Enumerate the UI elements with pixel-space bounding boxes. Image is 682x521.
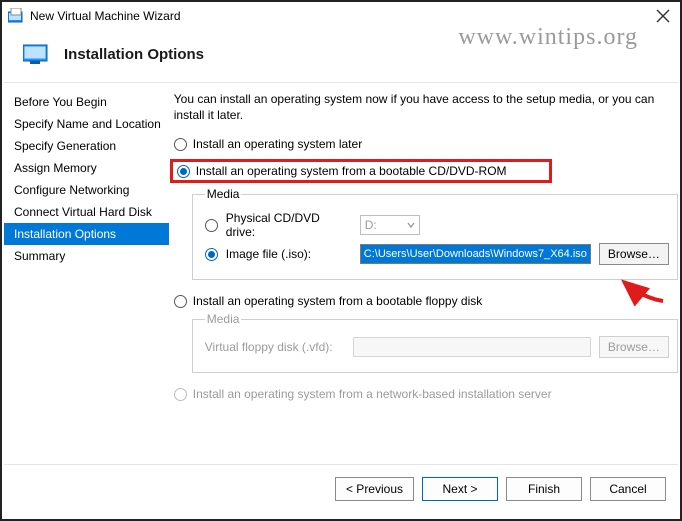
radio-image-file[interactable] [205, 248, 218, 261]
radio-physical-drive[interactable] [205, 219, 218, 232]
finish-button[interactable]: Finish [506, 477, 582, 501]
radio-icon[interactable] [174, 295, 187, 308]
step-connect-virtual-hard-disk[interactable]: Connect Virtual Hard Disk [4, 201, 169, 223]
window-title: New Virtual Machine Wizard [30, 9, 656, 23]
wizard-window: New Virtual Machine Wizard www.wintips.o… [4, 4, 678, 517]
highlight-box: Install an operating system from a boota… [170, 159, 552, 183]
monitor-icon [20, 40, 54, 68]
option-install-floppy[interactable]: Install an operating system from a boota… [174, 294, 678, 308]
option-label: Install an operating system from a netwo… [193, 387, 552, 401]
previous-button[interactable]: < Previous [335, 477, 414, 501]
step-summary[interactable]: Summary [4, 245, 169, 267]
option-install-cddvd[interactable]: Install an operating system from a boota… [196, 164, 507, 178]
step-before-you-begin[interactable]: Before You Begin [4, 91, 169, 113]
option-label: Install an operating system from a boota… [193, 294, 483, 308]
step-assign-memory[interactable]: Assign Memory [4, 157, 169, 179]
step-specify-generation[interactable]: Specify Generation [4, 135, 169, 157]
step-specify-name-location[interactable]: Specify Name and Location [4, 113, 169, 135]
step-installation-options[interactable]: Installation Options [4, 223, 169, 245]
media-group: Media Physical CD/DVD drive: D: Image fi… [192, 187, 678, 280]
main-panel: You can install an operating system now … [169, 83, 678, 464]
physical-drive-label: Physical CD/DVD drive: [226, 211, 352, 239]
radio-icon[interactable] [177, 165, 190, 178]
steps-list: Before You Begin Specify Name and Locati… [4, 83, 169, 464]
media-legend: Media [205, 187, 242, 201]
media-legend: Media [205, 312, 242, 326]
radio-icon [174, 388, 187, 401]
instruction-text: You can install an operating system now … [174, 91, 678, 123]
wizard-header: Installation Options [4, 26, 678, 82]
cancel-button[interactable]: Cancel [590, 477, 666, 501]
vfd-path-input [353, 337, 591, 357]
page-title: Installation Options [64, 46, 204, 63]
radio-icon[interactable] [174, 138, 187, 151]
close-icon[interactable] [656, 9, 670, 23]
chevron-down-icon [407, 221, 415, 229]
vfd-label: Virtual floppy disk (.vfd): [205, 340, 345, 354]
physical-drive-select: D: [360, 215, 420, 235]
footer-buttons: < Previous Next > Finish Cancel [4, 464, 678, 517]
vm-wizard-icon [8, 8, 24, 24]
browse-vfd-button: Browse… [599, 336, 669, 358]
option-install-later[interactable]: Install an operating system later [174, 137, 678, 151]
option-install-network[interactable]: Install an operating system from a netwo… [174, 387, 678, 401]
image-file-label: Image file (.iso): [226, 247, 352, 261]
titlebar: New Virtual Machine Wizard [4, 4, 678, 26]
browse-iso-button[interactable]: Browse… [599, 243, 669, 265]
next-button[interactable]: Next > [422, 477, 498, 501]
step-configure-networking[interactable]: Configure Networking [4, 179, 169, 201]
option-label: Install an operating system later [193, 137, 362, 151]
floppy-media-group: Media Virtual floppy disk (.vfd): Browse… [192, 312, 678, 373]
image-file-path-input[interactable]: C:\Users\User\Downloads\Windows7_X64.iso [360, 244, 591, 264]
physical-drive-value: D: [365, 218, 377, 232]
